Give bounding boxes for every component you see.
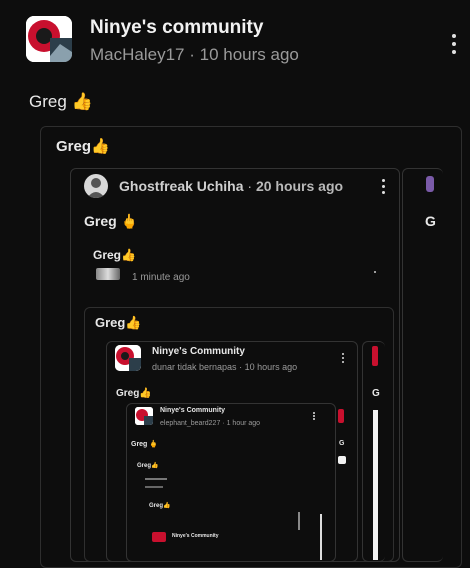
level4-avatar[interactable] xyxy=(135,407,153,425)
meta-separator: · xyxy=(222,420,225,427)
meta-separator: · xyxy=(247,178,253,194)
level3-peek-icon xyxy=(372,346,378,366)
level3-time: 10 hours ago xyxy=(244,362,298,372)
person-avatar-icon xyxy=(87,178,105,198)
post-body: Greg 👍 xyxy=(29,92,93,111)
comment-author[interactable]: Ghostfreak Uchiha xyxy=(119,178,243,194)
tiny-bar-1 xyxy=(298,512,300,530)
post-meta: MacHaley17 · 10 hours ago xyxy=(90,45,299,65)
level4-peek-icon xyxy=(338,409,344,423)
peek-text: G xyxy=(425,213,436,229)
level3-author[interactable]: dunar tidak bernapas xyxy=(152,362,237,372)
post-menu-icon[interactable] xyxy=(452,34,456,54)
reply-avatar-icon[interactable] xyxy=(96,268,120,280)
meta-separator: · xyxy=(239,362,243,372)
reply-time: 1 minute ago xyxy=(132,272,190,283)
comment-body: Greg 🖕 xyxy=(84,213,138,229)
level4-time: 1 hour ago xyxy=(226,420,261,427)
community-name[interactable]: Ninye's community xyxy=(90,17,263,39)
community-avatar[interactable] xyxy=(26,16,72,62)
peek-avatar-icon xyxy=(426,176,434,192)
level3-avatar[interactable] xyxy=(115,345,141,371)
level3-peek-text: G xyxy=(372,388,380,399)
next-card-peek[interactable] xyxy=(402,168,443,562)
level4-menu-icon[interactable] xyxy=(313,412,317,420)
level4-peek-mark xyxy=(338,456,346,464)
level3-meta: dunar tidak bernapas · 10 hours ago xyxy=(152,362,297,372)
tiny-line-1 xyxy=(145,478,167,480)
comment-menu-icon[interactable] xyxy=(382,179,386,194)
commenter-avatar[interactable] xyxy=(84,174,108,198)
level3-community[interactable]: Ninye's Community xyxy=(152,346,245,357)
comment-time: 20 hours ago xyxy=(255,178,344,194)
level4-body: Greg 🖕 xyxy=(131,441,158,448)
community-logo-icon xyxy=(115,345,141,371)
level4-meta: elephant_beard227 · 1 hour ago xyxy=(160,420,260,427)
reply-dot xyxy=(374,271,376,273)
author-name[interactable]: MacHaley17 xyxy=(90,45,185,64)
community-logo-icon xyxy=(26,16,72,62)
tiny-avatar xyxy=(152,532,166,542)
level3-body: Greg👍 xyxy=(116,388,152,399)
tiny-community: Ninye's Community xyxy=(172,533,219,539)
level4-community[interactable]: Ninye's Community xyxy=(160,407,225,414)
tiny-bar-2 xyxy=(320,514,322,560)
comment-meta: Ghostfreak Uchiha · 20 hours ago xyxy=(119,178,343,194)
level4-peek-text: G xyxy=(339,440,345,447)
white-bar xyxy=(373,410,378,560)
tiny-text-2: Greg👍 xyxy=(149,503,171,509)
nested-embed-text: Greg👍 xyxy=(95,315,142,330)
meta-separator: · xyxy=(189,45,195,64)
community-logo-icon xyxy=(135,407,153,425)
tiny-text-1: Greg👍 xyxy=(137,463,159,469)
tiny-line-2 xyxy=(145,486,163,488)
post-time: 10 hours ago xyxy=(199,45,299,64)
embedded-post-text: Greg👍 xyxy=(56,138,110,155)
level4-author[interactable]: elephant_beard227 xyxy=(160,420,220,427)
level3-menu-icon[interactable] xyxy=(342,353,346,363)
reply-text: Greg👍 xyxy=(93,248,136,262)
